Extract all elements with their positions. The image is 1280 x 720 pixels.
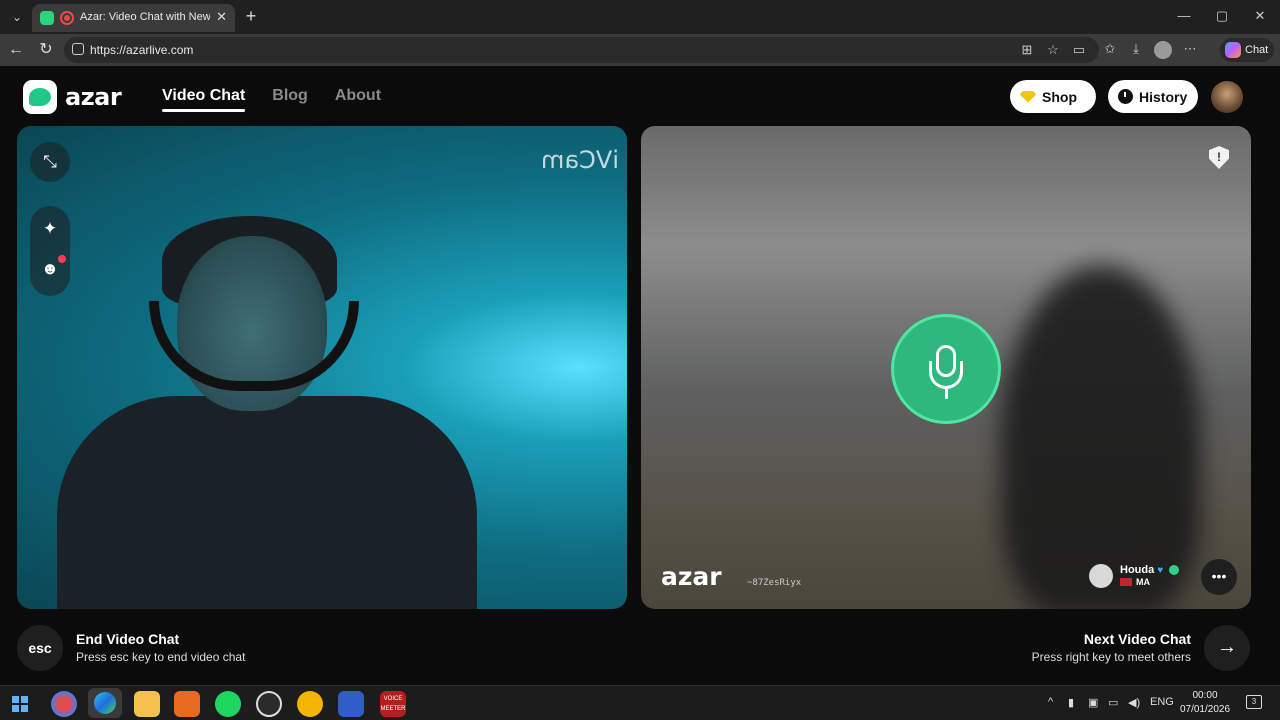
- copilot-chat-button[interactable]: Chat: [1220, 38, 1274, 62]
- effects-controls: ✦ ☻: [30, 206, 70, 296]
- app-available-icon[interactable]: ⊞: [1019, 42, 1035, 58]
- tab-close-icon[interactable]: ✕: [216, 9, 227, 25]
- shop-button[interactable]: Shop: [1010, 80, 1096, 113]
- edge-icon: [94, 692, 116, 714]
- browser-toolbar: ← ↻ https://azarlive.com ⊞ ☆ ▭ ✩ ⤓ ⋯ Cha…: [0, 34, 1280, 66]
- peer-info[interactable]: Houda ♥ MA: [1089, 562, 1189, 592]
- taskbar-clock[interactable]: 00:00 07/01/2026: [1170, 689, 1240, 717]
- azar-favicon-icon: [40, 11, 54, 25]
- end-chat-hint: Press esc key to end video chat: [76, 650, 246, 664]
- self-video-panel: iVCam ⤡ ✦ ☻: [17, 126, 627, 609]
- shop-label: Shop: [1042, 88, 1077, 105]
- recording-indicator-icon: [60, 11, 74, 25]
- sparkle-effects-icon[interactable]: ✦: [30, 209, 70, 249]
- new-tab-plus-icon[interactable]: +: [240, 6, 262, 27]
- user-avatar[interactable]: [1211, 81, 1243, 113]
- nav-blog[interactable]: Blog: [272, 87, 308, 105]
- chrome-app-icon[interactable]: [297, 691, 323, 717]
- profile-icon[interactable]: [1154, 41, 1172, 59]
- windows-start-icon[interactable]: [12, 696, 28, 712]
- end-chat-button[interactable]: esc: [17, 625, 63, 671]
- logo-text: azar: [65, 83, 122, 111]
- peer-name-row: Houda ♥: [1120, 564, 1180, 576]
- peer-blurred-feed: [1001, 266, 1201, 609]
- edge-taskbar-slot[interactable]: [88, 688, 122, 718]
- voicemeeter-label-bottom: MEETER: [380, 706, 406, 712]
- copilot-chat-label: Chat: [1245, 44, 1269, 56]
- microphone-button[interactable]: [891, 314, 1001, 424]
- file-explorer-icon[interactable]: [134, 691, 160, 717]
- ivcam-watermark: iVCam: [541, 146, 619, 174]
- azar-page: azar Video Chat Blog About Shop History …: [0, 66, 1280, 685]
- copilot-icon: [1225, 42, 1241, 58]
- peer-country: MA: [1136, 577, 1150, 587]
- spotify-icon[interactable]: [215, 691, 241, 717]
- notification-icon[interactable]: 3: [1246, 695, 1262, 709]
- favorite-star-icon[interactable]: ☆: [1045, 42, 1061, 58]
- browser-tabbar: ⌄ Azar: Video Chat with New Pe ✕ + — ▢ ✕: [0, 0, 1280, 34]
- site-info-icon[interactable]: [72, 43, 84, 55]
- azar-logo[interactable]: azar: [23, 80, 122, 114]
- new-badge-dot: [58, 255, 66, 263]
- more-menu-icon[interactable]: ⋯: [1182, 41, 1198, 57]
- minimize-icon[interactable]: —: [1174, 8, 1194, 23]
- tray-mic-icon[interactable]: ▮: [1068, 696, 1074, 709]
- taskbar-time: 00:00: [1192, 690, 1218, 701]
- nav-about[interactable]: About: [335, 87, 381, 105]
- window-close-icon[interactable]: ✕: [1250, 8, 1270, 24]
- camera-in-use-icon[interactable]: ▭: [1071, 42, 1087, 58]
- downloads-icon[interactable]: ⤓: [1128, 41, 1144, 57]
- face-sticker-icon[interactable]: ☻: [30, 249, 70, 289]
- browser-tab-active[interactable]: Azar: Video Chat with New Pe ✕: [32, 4, 235, 32]
- heart-icon: ♥: [1157, 565, 1164, 576]
- clock-app-icon[interactable]: [256, 691, 282, 717]
- next-chat-arrow-icon[interactable]: →: [1204, 625, 1250, 671]
- tab-actions-chevron-icon[interactable]: ⌄: [6, 7, 28, 27]
- chat-bubble-icon[interactable]: •••: [1201, 559, 1237, 595]
- tray-app-icon[interactable]: ▣: [1088, 696, 1098, 709]
- report-shield-icon[interactable]: !: [1209, 146, 1229, 169]
- windows-taskbar: VOICE MEETER ^ ▮ ▣ ▭ ◀) ENG 00:00 07/01/2…: [0, 685, 1280, 720]
- collapse-arrows-icon[interactable]: ⤡: [30, 142, 70, 182]
- history-label: History: [1139, 88, 1188, 105]
- tab-title: Azar: Video Chat with New Pe: [80, 11, 210, 23]
- voicemeeter-label-top: VOICE: [383, 696, 403, 702]
- maximize-icon[interactable]: ▢: [1212, 8, 1232, 24]
- next-chat-hint: Press right key to meet others: [1031, 650, 1191, 664]
- peer-video-panel: ! azar ~87ZesRiyx Houda ♥ MA •••: [641, 126, 1251, 609]
- verified-icon: [1169, 565, 1180, 576]
- tray-chevron-icon[interactable]: ^: [1048, 696, 1053, 708]
- voicemeeter-app-icon[interactable]: VOICE MEETER: [380, 691, 406, 717]
- back-arrow-icon[interactable]: ←: [6, 40, 26, 60]
- ivcam-app-icon[interactable]: [338, 691, 364, 717]
- peer-name: Houda: [1120, 564, 1155, 576]
- clock-icon: [1118, 89, 1133, 104]
- chrome-profile-app-icon[interactable]: [51, 691, 77, 717]
- network-icon[interactable]: ▭: [1108, 696, 1118, 709]
- volume-icon[interactable]: ◀): [1128, 696, 1140, 709]
- url-text[interactable]: https://azarlive.com: [90, 43, 193, 57]
- morocco-flag-icon: [1120, 578, 1132, 586]
- self-camera-feed: [37, 216, 497, 609]
- refresh-icon[interactable]: ↻: [36, 40, 56, 60]
- azar-logo-icon: [23, 80, 57, 114]
- vlc-or-app-icon[interactable]: [174, 691, 200, 717]
- azar-watermark: azar: [661, 562, 722, 591]
- favorites-icon[interactable]: ✩: [1102, 41, 1118, 57]
- main-nav: Video Chat Blog About: [162, 87, 381, 112]
- peer-avatar: [1089, 564, 1113, 588]
- taskbar-date: 07/01/2026: [1179, 704, 1231, 715]
- end-chat-title: End Video Chat: [76, 631, 180, 647]
- history-button[interactable]: History: [1108, 80, 1198, 113]
- gem-icon: [1020, 90, 1036, 103]
- session-id: ~87ZesRiyx: [747, 578, 802, 588]
- address-bar[interactable]: https://azarlive.com ⊞ ☆ ▭: [64, 37, 1099, 63]
- next-chat-title: Next Video Chat: [1083, 631, 1191, 647]
- minimize-control: ⤡: [30, 142, 70, 182]
- nav-video-chat[interactable]: Video Chat: [162, 87, 246, 112]
